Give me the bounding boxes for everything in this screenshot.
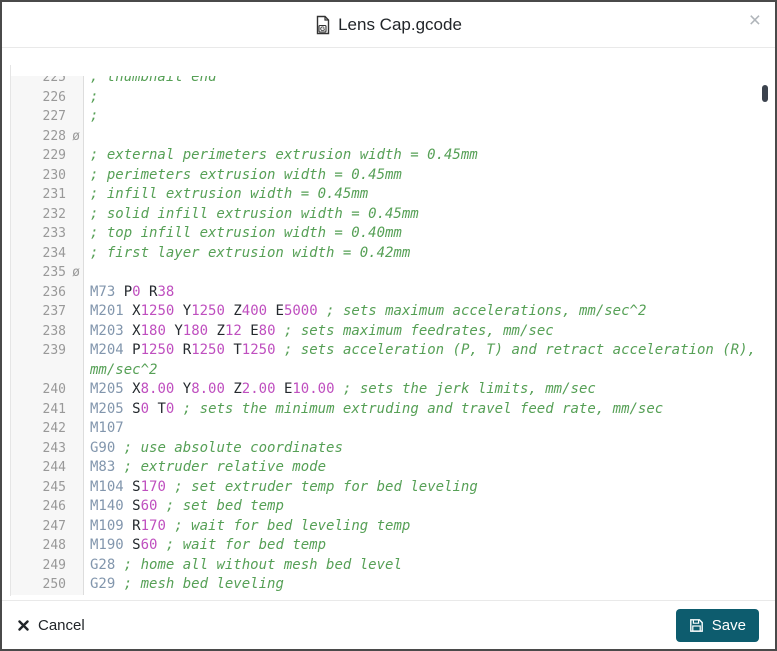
code-text[interactable]: ; xyxy=(84,107,766,127)
code-lines-container: 225; thumbnail end 226; 227; 228 ø 229; exter… xyxy=(11,68,772,595)
code-text[interactable]: ; perimeters extrusion width = 0.45mm xyxy=(84,166,766,186)
code-text[interactable]: M107 xyxy=(84,419,766,439)
code-line: 245 M104 S170 ; set extruder temp for bed… xyxy=(11,477,772,498)
svg-text:G: G xyxy=(320,26,325,33)
line-number: 246 xyxy=(11,497,84,517)
code-line: 242 M107 xyxy=(11,419,772,439)
code-line: 244 M83 ; extruder relative mode xyxy=(11,458,772,478)
code-line: 248 M190 S60 ; wait for bed temp xyxy=(11,536,772,556)
code-line: 227; xyxy=(11,107,772,127)
code-text[interactable]: G29 ; mesh bed leveling xyxy=(84,575,766,595)
code-line: 247 M109 R170 ; wait for bed leveling tem… xyxy=(11,516,772,537)
code-line: 240 M205 X8.00 Y8.00 Z2.00 E10.00 ; sets … xyxy=(11,380,772,400)
line-number: 238 xyxy=(11,321,84,341)
code-line: 231; infill extrusion width = 0.45mm xyxy=(11,185,772,205)
code-text[interactable]: M203 X180 Y180 Z12 E80 ; sets maximum fe… xyxy=(84,322,766,342)
save-button[interactable]: Save xyxy=(675,608,759,642)
code-text[interactable]: M205 X8.00 Y8.00 Z2.00 E10.00 ; sets the… xyxy=(84,380,766,400)
code-line: 230; perimeters extrusion width = 0.45mm xyxy=(11,165,772,186)
code-text[interactable]: M109 R170 ; wait for bed leveling temp xyxy=(84,517,766,537)
editor-top-clip xyxy=(11,48,775,76)
code-text[interactable]: M140 S60 ; set bed temp xyxy=(84,497,766,517)
line-number: 243 xyxy=(11,438,84,458)
code-line: 226; xyxy=(11,87,772,108)
code-text[interactable]: ; infill extrusion width = 0.45mm xyxy=(84,185,766,205)
line-number: 228 ø xyxy=(11,126,84,146)
code-line: 232; solid infill extrusion width = 0.45… xyxy=(11,204,772,225)
gcode-editor-modal: G Lens Cap.gcode × 225; thumbnail end 226… xyxy=(0,0,777,651)
code-text[interactable]: ; first layer extrusion width = 0.42mm xyxy=(84,244,766,264)
close-icon[interactable]: × xyxy=(749,10,761,31)
line-number: 233 xyxy=(11,224,84,244)
line-number: 227 xyxy=(11,107,84,127)
cancel-button[interactable]: Cancel xyxy=(18,617,85,634)
modal-title: G Lens Cap.gcode xyxy=(315,15,462,35)
code-line: 250 G29 ; mesh bed leveling xyxy=(11,575,772,595)
code-line: 229; external perimeters extrusion width… xyxy=(11,146,772,166)
code-line: 238 M203 X180 Y180 Z12 E80 ; sets maximum… xyxy=(11,321,772,342)
code-text[interactable]: M204 P1250 R1250 T1250 ; sets accelerati… xyxy=(84,341,766,380)
empty-line-marker: ø xyxy=(72,265,80,280)
gcode-editor: 225; thumbnail end 226; 227; 228 ø 229; exter… xyxy=(2,48,775,599)
line-number: 231 xyxy=(11,185,84,205)
gcode-file-icon: G xyxy=(316,15,330,34)
line-number: 226 xyxy=(11,87,84,107)
modal-header: G Lens Cap.gcode × xyxy=(2,2,775,48)
code-line: 239 M204 P1250 R1250 T1250 ; sets acceler… xyxy=(11,341,772,380)
code-text[interactable]: ; xyxy=(84,88,766,108)
code-line: 249 G28 ; home all without mesh bed level xyxy=(11,555,772,576)
empty-line-marker: ø xyxy=(72,128,80,144)
code-line: 246 M140 S60 ; set bed temp xyxy=(11,497,772,517)
code-line: 241 M205 S0 T0 ; sets the minimum extrudi… xyxy=(11,399,772,420)
line-number: 235 ø xyxy=(11,263,84,283)
code-text[interactable] xyxy=(84,127,766,147)
file-name-title: Lens Cap.gcode xyxy=(338,14,462,34)
scrollbar-thumb[interactable] xyxy=(762,85,768,102)
cancel-x-icon xyxy=(18,619,29,631)
save-disk-icon xyxy=(689,618,703,632)
code-text[interactable]: G28 ; home all without mesh bed level xyxy=(84,556,766,576)
code-text[interactable]: M190 S60 ; wait for bed temp xyxy=(84,536,766,556)
code-text[interactable]: M73 P0 R38 xyxy=(84,283,766,303)
code-text[interactable]: G90 ; use absolute coordinates xyxy=(84,439,766,459)
modal-footer: Cancel Save xyxy=(2,600,775,649)
code-line: 234; first layer extrusion width = 0.42m… xyxy=(11,243,772,264)
line-number: 234 xyxy=(11,243,84,263)
line-number: 249 xyxy=(11,555,84,575)
code-line: 235 ø xyxy=(11,263,772,283)
save-label: Save xyxy=(711,616,746,634)
line-number: 244 xyxy=(11,458,84,478)
line-number: 242 xyxy=(11,419,84,439)
line-number: 245 xyxy=(11,477,84,497)
line-number: 232 xyxy=(11,204,84,224)
code-text[interactable]: ; solid infill extrusion width = 0.45mm xyxy=(84,205,766,225)
line-number: 248 xyxy=(11,536,84,556)
code-text[interactable]: M201 X1250 Y1250 Z400 E5000 ; sets maxim… xyxy=(84,302,766,322)
line-number: 240 xyxy=(11,380,84,400)
code-text[interactable]: M83 ; extruder relative mode xyxy=(84,458,766,478)
line-number: 250 xyxy=(11,575,84,595)
line-number: 230 xyxy=(11,165,84,185)
code-text[interactable]: ; top infill extrusion width = 0.40mm xyxy=(84,224,766,244)
code-line: 237 M201 X1250 Y1250 Z400 E5000 ; sets ma… xyxy=(11,302,772,322)
code-text[interactable]: ; external perimeters extrusion width = … xyxy=(84,146,766,166)
line-number: 241 xyxy=(11,399,84,419)
line-number: 239 xyxy=(11,341,84,380)
line-number: 247 xyxy=(11,516,84,536)
cancel-label: Cancel xyxy=(38,616,85,634)
line-number: 229 xyxy=(11,146,84,166)
code-line: 233; top infill extrusion width = 0.40mm xyxy=(11,224,772,244)
line-number: 236 xyxy=(11,282,84,302)
code-text[interactable]: M205 S0 T0 ; sets the minimum extruding … xyxy=(84,400,766,420)
code-line: 243 G90 ; use absolute coordinates xyxy=(11,438,772,459)
code-text[interactable]: M104 S170 ; set extruder temp for bed le… xyxy=(84,478,766,498)
code-line: 228 ø xyxy=(11,126,772,147)
code-line: 236 M73 P0 R38 xyxy=(11,282,772,303)
code-text[interactable] xyxy=(84,263,766,283)
line-number: 237 xyxy=(11,302,84,322)
